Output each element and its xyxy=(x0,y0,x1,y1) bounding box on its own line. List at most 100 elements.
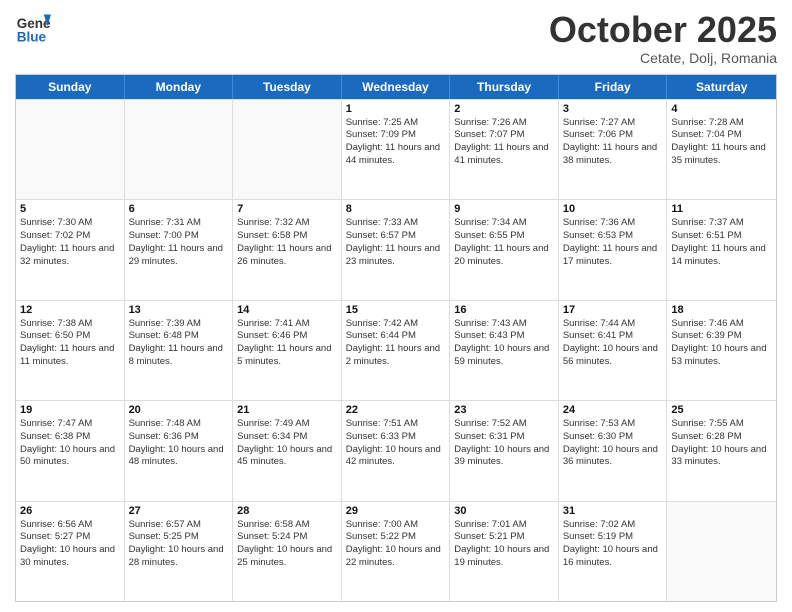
calendar-cell-w5-d2: 27 Sunrise: 6:57 AMSunset: 5:25 PMDayligh… xyxy=(125,502,234,601)
day-number: 12 xyxy=(20,304,120,316)
calendar-cell-w1-d6: 3Sunrise: 7:27 AMSunset: 7:06 PMDaylight… xyxy=(559,100,668,199)
day-number: 6 xyxy=(129,203,229,215)
calendar-cell-w2-d3: 7Sunrise: 7:32 AMSunset: 6:58 PMDaylight… xyxy=(233,200,342,299)
header-sunday: Sunday xyxy=(16,75,125,99)
title-block: October 2025 Cetate, Dolj, Romania xyxy=(549,10,777,66)
calendar-cell-w1-d1 xyxy=(16,100,125,199)
cell-info: Sunrise: 6:57 AMSunset: 5:25 PMDaylight:… xyxy=(129,519,229,570)
calendar-cell-w5-d3: 28 Sunrise: 6:58 AMSunset: 5:24 PMDayligh… xyxy=(233,502,342,601)
cell-info: Sunrise: 7:55 AMSunset: 6:28 PMDaylight:… xyxy=(671,418,772,469)
calendar-cell-w3-d6: 17Sunrise: 7:44 AMSunset: 6:41 PMDayligh… xyxy=(559,301,668,400)
calendar-cell-w2-d5: 9Sunrise: 7:34 AMSunset: 6:55 PMDaylight… xyxy=(450,200,559,299)
calendar-cell-w2-d2: 6 Sunrise: 7:31 AMSunset: 7:00 PMDaylight… xyxy=(125,200,234,299)
calendar-cell-w5-d1: 26 Sunrise: 6:56 AMSunset: 5:27 PMDayligh… xyxy=(16,502,125,601)
cell-info: Sunrise: 7:48 AMSunset: 6:36 PMDaylight:… xyxy=(129,418,229,469)
header-wednesday: Wednesday xyxy=(342,75,451,99)
calendar-cell-w2-d7: 11 Sunrise: 7:37 AMSunset: 6:51 PMDayligh… xyxy=(667,200,776,299)
svg-text:Blue: Blue xyxy=(17,30,47,45)
day-number: 2 xyxy=(454,103,554,115)
header-thursday: Thursday xyxy=(450,75,559,99)
day-number: 8 xyxy=(346,203,446,215)
calendar: Sunday Monday Tuesday Wednesday Thursday… xyxy=(15,74,777,602)
calendar-week-5: 26 Sunrise: 6:56 AMSunset: 5:27 PMDayligh… xyxy=(16,501,776,601)
day-number: 26 xyxy=(20,505,120,517)
cell-info: Sunrise: 7:47 AMSunset: 6:38 PMDaylight:… xyxy=(20,418,120,469)
day-number: 29 xyxy=(346,505,446,517)
header-monday: Monday xyxy=(125,75,234,99)
day-number: 30 xyxy=(454,505,554,517)
day-number: 22 xyxy=(346,404,446,416)
calendar-body: 1 Sunrise: 7:25 AMSunset: 7:09 PMDaylight… xyxy=(16,99,776,601)
calendar-week-2: 5 Sunrise: 7:30 AMSunset: 7:02 PMDaylight… xyxy=(16,199,776,299)
cell-info: Sunrise: 7:31 AMSunset: 7:00 PMDaylight:… xyxy=(129,217,229,268)
calendar-cell-w3-d3: 14 Sunrise: 7:41 AMSunset: 6:46 PMDayligh… xyxy=(233,301,342,400)
month-title: October 2025 xyxy=(549,10,777,50)
cell-info: Sunrise: 7:53 AMSunset: 6:30 PMDaylight:… xyxy=(563,418,663,469)
day-number: 9 xyxy=(454,203,554,215)
day-number: 20 xyxy=(129,404,229,416)
calendar-cell-w5-d5: 30Sunrise: 7:01 AMSunset: 5:21 PMDayligh… xyxy=(450,502,559,601)
calendar-week-1: 1 Sunrise: 7:25 AMSunset: 7:09 PMDaylight… xyxy=(16,99,776,199)
day-number: 28 xyxy=(237,505,337,517)
day-number: 16 xyxy=(454,304,554,316)
calendar-cell-w5-d4: 29Sunrise: 7:00 AMSunset: 5:22 PMDayligh… xyxy=(342,502,451,601)
cell-info: Sunrise: 7:30 AMSunset: 7:02 PMDaylight:… xyxy=(20,217,120,268)
logo-icon: General Blue xyxy=(15,10,51,46)
cell-info: Sunrise: 7:46 AMSunset: 6:39 PMDaylight:… xyxy=(671,318,772,369)
cell-info: Sunrise: 7:02 AMSunset: 5:19 PMDaylight:… xyxy=(563,519,663,570)
calendar-cell-w4-d6: 24 Sunrise: 7:53 AMSunset: 6:30 PMDayligh… xyxy=(559,401,668,500)
day-number: 23 xyxy=(454,404,554,416)
calendar-cell-w1-d5: 2 Sunrise: 7:26 AMSunset: 7:07 PMDaylight… xyxy=(450,100,559,199)
day-number: 11 xyxy=(671,203,772,215)
cell-info: Sunrise: 7:28 AMSunset: 7:04 PMDaylight:… xyxy=(671,117,772,168)
calendar-header: Sunday Monday Tuesday Wednesday Thursday… xyxy=(16,75,776,99)
logo: General Blue xyxy=(15,10,51,46)
day-number: 24 xyxy=(563,404,663,416)
cell-info: Sunrise: 7:38 AMSunset: 6:50 PMDaylight:… xyxy=(20,318,120,369)
day-number: 7 xyxy=(237,203,337,215)
location: Cetate, Dolj, Romania xyxy=(549,50,777,66)
cell-info: Sunrise: 6:58 AMSunset: 5:24 PMDaylight:… xyxy=(237,519,337,570)
calendar-cell-w4-d5: 23Sunrise: 7:52 AMSunset: 6:31 PMDayligh… xyxy=(450,401,559,500)
calendar-cell-w2-d4: 8 Sunrise: 7:33 AMSunset: 6:57 PMDaylight… xyxy=(342,200,451,299)
calendar-cell-w3-d4: 15Sunrise: 7:42 AMSunset: 6:44 PMDayligh… xyxy=(342,301,451,400)
header-saturday: Saturday xyxy=(667,75,776,99)
calendar-week-3: 12 Sunrise: 7:38 AMSunset: 6:50 PMDayligh… xyxy=(16,300,776,400)
cell-info: Sunrise: 7:51 AMSunset: 6:33 PMDaylight:… xyxy=(346,418,446,469)
calendar-cell-w4-d2: 20 Sunrise: 7:48 AMSunset: 6:36 PMDayligh… xyxy=(125,401,234,500)
day-number: 27 xyxy=(129,505,229,517)
cell-info: Sunrise: 7:41 AMSunset: 6:46 PMDaylight:… xyxy=(237,318,337,369)
calendar-cell-w4-d7: 25 Sunrise: 7:55 AMSunset: 6:28 PMDayligh… xyxy=(667,401,776,500)
calendar-cell-w1-d2 xyxy=(125,100,234,199)
calendar-cell-w1-d7: 4Sunrise: 7:28 AMSunset: 7:04 PMDaylight… xyxy=(667,100,776,199)
cell-info: Sunrise: 7:33 AMSunset: 6:57 PMDaylight:… xyxy=(346,217,446,268)
day-number: 21 xyxy=(237,404,337,416)
header-tuesday: Tuesday xyxy=(233,75,342,99)
day-number: 10 xyxy=(563,203,663,215)
calendar-cell-w3-d5: 16 Sunrise: 7:43 AMSunset: 6:43 PMDayligh… xyxy=(450,301,559,400)
calendar-week-4: 19Sunrise: 7:47 AMSunset: 6:38 PMDayligh… xyxy=(16,400,776,500)
calendar-cell-w3-d1: 12 Sunrise: 7:38 AMSunset: 6:50 PMDayligh… xyxy=(16,301,125,400)
calendar-cell-w4-d3: 21 Sunrise: 7:49 AMSunset: 6:34 PMDayligh… xyxy=(233,401,342,500)
day-number: 25 xyxy=(671,404,772,416)
calendar-cell-w4-d1: 19Sunrise: 7:47 AMSunset: 6:38 PMDayligh… xyxy=(16,401,125,500)
calendar-cell-w5-d7 xyxy=(667,502,776,601)
cell-info: Sunrise: 7:25 AMSunset: 7:09 PMDaylight:… xyxy=(346,117,446,168)
cell-info: Sunrise: 7:37 AMSunset: 6:51 PMDaylight:… xyxy=(671,217,772,268)
calendar-cell-w5-d6: 31Sunrise: 7:02 AMSunset: 5:19 PMDayligh… xyxy=(559,502,668,601)
day-number: 14 xyxy=(237,304,337,316)
cell-info: Sunrise: 7:26 AMSunset: 7:07 PMDaylight:… xyxy=(454,117,554,168)
calendar-cell-w1-d4: 1 Sunrise: 7:25 AMSunset: 7:09 PMDaylight… xyxy=(342,100,451,199)
day-number: 17 xyxy=(563,304,663,316)
header: General Blue October 2025 Cetate, Dolj, … xyxy=(15,10,777,66)
calendar-cell-w2-d6: 10 Sunrise: 7:36 AMSunset: 6:53 PMDayligh… xyxy=(559,200,668,299)
calendar-cell-w2-d1: 5 Sunrise: 7:30 AMSunset: 7:02 PMDaylight… xyxy=(16,200,125,299)
day-number: 1 xyxy=(346,103,446,115)
cell-info: Sunrise: 7:36 AMSunset: 6:53 PMDaylight:… xyxy=(563,217,663,268)
cell-info: Sunrise: 7:49 AMSunset: 6:34 PMDaylight:… xyxy=(237,418,337,469)
cell-info: Sunrise: 7:43 AMSunset: 6:43 PMDaylight:… xyxy=(454,318,554,369)
day-number: 5 xyxy=(20,203,120,215)
calendar-cell-w4-d4: 22 Sunrise: 7:51 AMSunset: 6:33 PMDayligh… xyxy=(342,401,451,500)
cell-info: Sunrise: 6:56 AMSunset: 5:27 PMDaylight:… xyxy=(20,519,120,570)
cell-info: Sunrise: 7:27 AMSunset: 7:06 PMDaylight:… xyxy=(563,117,663,168)
